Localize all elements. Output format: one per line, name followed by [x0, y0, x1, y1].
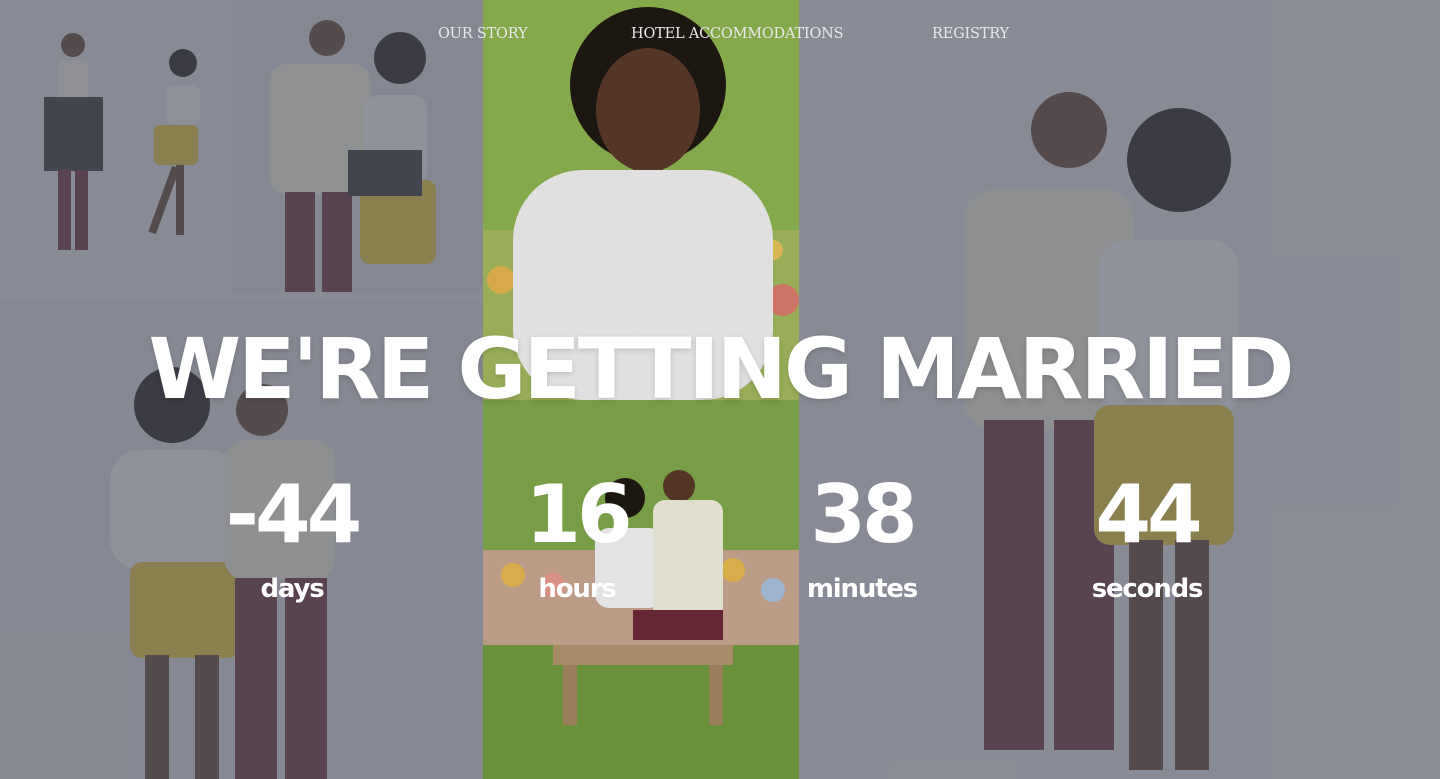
- countdown-seconds: 44 seconds: [1037, 468, 1257, 605]
- countdown-days: -44 days: [182, 468, 402, 605]
- nav-link-our-story[interactable]: OUR STORY: [438, 26, 528, 42]
- hero-headline: WE'RE GETTING MARRIED: [148, 320, 1295, 418]
- countdown-hours-value: 16: [525, 468, 632, 561]
- countdown-seconds-label: seconds: [1091, 574, 1204, 604]
- countdown-days-label: days: [260, 574, 325, 604]
- nav-link-hotel-accommodations[interactable]: HOTEL ACCOMMODATIONS: [631, 26, 844, 42]
- countdown-minutes-label: minutes: [806, 574, 918, 604]
- countdown-hours-label: hours: [538, 574, 616, 604]
- countdown-seconds-value: 44: [1095, 468, 1202, 561]
- countdown-minutes: 38 minutes: [752, 468, 972, 605]
- main-navigation: OUR STORY HOTEL ACCOMMODATIONS REGISTRY: [0, 26, 1440, 46]
- countdown-minutes-value: 38: [810, 468, 917, 561]
- countdown-days-value: -44: [225, 468, 363, 561]
- wedding-countdown: -44 days 16 hours 38 minutes 44 seconds: [0, 470, 1440, 620]
- countdown-hours: 16 hours: [467, 468, 687, 605]
- nav-link-registry[interactable]: REGISTRY: [932, 26, 1009, 42]
